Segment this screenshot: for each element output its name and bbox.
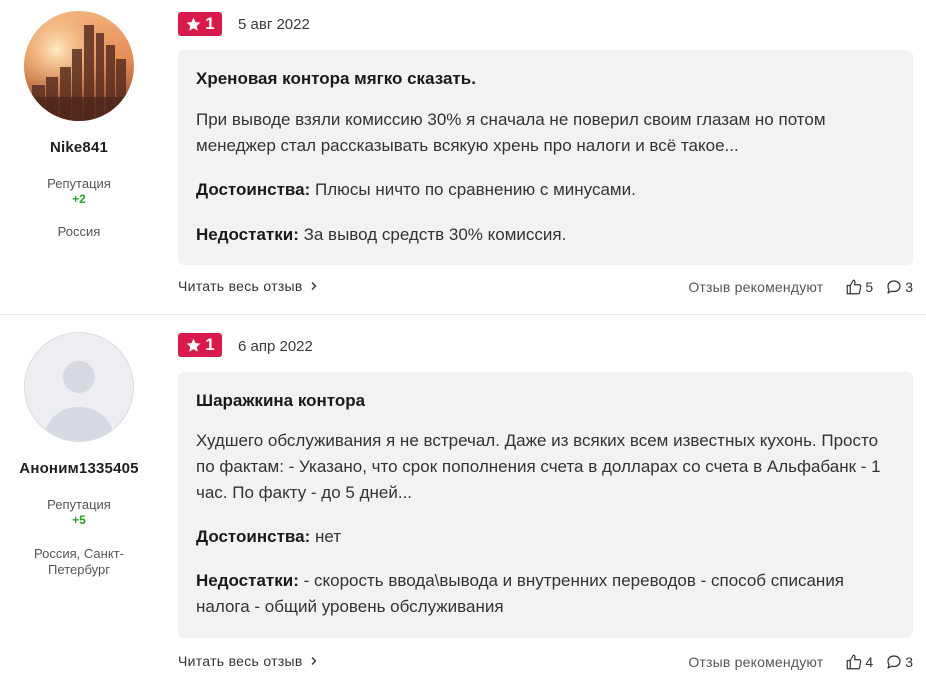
- user-location: Россия: [57, 224, 101, 239]
- star-icon: [186, 338, 201, 352]
- review-title: Хреновая контора мягко сказать.: [196, 69, 476, 88]
- review-card: Шаражкина контора Худшего обслуживания я…: [178, 372, 913, 638]
- comments-button[interactable]: 3: [885, 278, 913, 296]
- review-date: 5 авг 2022: [238, 16, 310, 33]
- recommend-label: Отзыв рекомендуют: [688, 654, 824, 670]
- review-body: При выводе взяли комиссию 30% я сначала …: [196, 110, 826, 155]
- pros-text: Плюсы ничто по сравнению с минусами.: [315, 180, 636, 199]
- default-user-icon: [43, 361, 115, 441]
- comment-count: 3: [905, 279, 913, 295]
- reputation-label: Репутация: [47, 497, 111, 512]
- review-card: Хреновая контора мягко сказать. При выво…: [178, 50, 913, 265]
- cons-label: Недостатки:: [196, 571, 299, 590]
- chevron-right-icon: [311, 657, 317, 665]
- username[interactable]: Nike841: [0, 139, 158, 156]
- rating-badge: 1: [178, 12, 222, 36]
- comment-icon: [887, 280, 901, 294]
- read-full-review-link[interactable]: Читать весь отзыв: [178, 653, 319, 669]
- comments-button[interactable]: 3: [885, 653, 913, 671]
- thumbs-up-icon: [847, 654, 862, 670]
- rating-value: 1: [205, 335, 215, 354]
- reputation-label: Репутация: [47, 176, 111, 191]
- review-item: Nike841 Репутация +2 Россия 1 5 авг 2022…: [0, 0, 926, 314]
- like-count: 5: [865, 279, 874, 295]
- review-cons: Недостатки: - скорость ввода\вывода и вн…: [196, 568, 899, 620]
- reputation-value: +5: [72, 513, 86, 527]
- recommend-label: Отзыв рекомендуют: [688, 279, 824, 295]
- avatar[interactable]: [24, 11, 134, 121]
- review-pros: Достоинства: нет: [196, 524, 899, 550]
- reputation-value: +2: [72, 192, 86, 206]
- like-button[interactable]: 5: [845, 278, 873, 296]
- comment-count: 3: [905, 654, 913, 670]
- chevron-right-icon: [311, 282, 317, 290]
- star-icon: [186, 17, 201, 31]
- cons-label: Недостатки:: [196, 225, 299, 244]
- recommend-bar: Отзыв рекомендуют 5 3: [688, 278, 913, 296]
- pros-label: Достоинства:: [196, 527, 311, 546]
- thumbs-up-icon: [847, 279, 862, 295]
- rating-badge: 1: [178, 333, 222, 357]
- review-body: Худшего обслуживания я не встречал. Даже…: [196, 431, 881, 502]
- comment-icon: [887, 655, 901, 669]
- review-item: Аноним1335405 Репутация +5 Россия, Санкт…: [0, 314, 926, 688]
- like-count: 4: [865, 654, 874, 670]
- avatar[interactable]: [24, 332, 134, 442]
- read-more-label: Читать весь отзыв: [178, 278, 303, 294]
- review-date: 6 апр 2022: [238, 338, 313, 355]
- cons-text: За вывод средств 30% комиссия.: [303, 225, 567, 244]
- recommend-bar: Отзыв рекомендуют 4 3: [688, 653, 913, 671]
- read-more-label: Читать весь отзыв: [178, 653, 303, 669]
- rating-value: 1: [205, 14, 215, 33]
- like-button[interactable]: 4: [845, 653, 873, 671]
- pros-label: Достоинства:: [196, 180, 311, 199]
- review-footer: Читать весь отзыв Отзыв рекомендуют 4 3: [178, 653, 913, 675]
- pros-text: нет: [315, 527, 342, 546]
- user-location: Россия, Санкт-Петербург: [34, 546, 124, 577]
- username[interactable]: Аноним1335405: [0, 460, 158, 477]
- read-full-review-link[interactable]: Читать весь отзыв: [178, 278, 319, 294]
- review-footer: Читать весь отзыв Отзыв рекомендуют 5 3: [178, 278, 913, 300]
- review-cons: Недостатки: За вывод средств 30% комисси…: [196, 222, 899, 248]
- review-pros: Достоинства: Плюсы ничто по сравнению с …: [196, 177, 899, 203]
- review-title: Шаражкина контора: [196, 391, 366, 410]
